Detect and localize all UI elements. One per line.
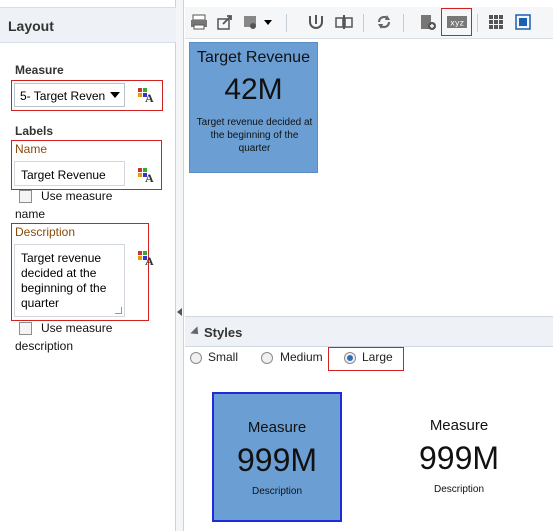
styles-title: Styles [204, 325, 243, 340]
use-measure-description-checkbox[interactable] [19, 322, 32, 335]
view-options-icon[interactable] [243, 13, 277, 33]
tile-value: 42M [224, 73, 283, 106]
preview-description: Description [251, 486, 303, 497]
name-field-label: Name [15, 142, 48, 156]
xyz-icon[interactable]: xyz [446, 13, 468, 33]
layout-panel-header: Layout [0, 7, 176, 43]
print-icon[interactable] [190, 13, 210, 33]
description-line: quarter [21, 296, 60, 310]
measure-select[interactable]: 5- Target Reven [14, 83, 125, 107]
description-field-label: Description [15, 225, 76, 239]
use-measure-description-label-1: Use measure [41, 321, 113, 335]
preview-title: Measure [247, 419, 307, 436]
xyz-text: xyz [450, 19, 464, 28]
toolbar-separator [477, 14, 478, 32]
style-radio-large[interactable] [344, 352, 356, 364]
style-radio-small[interactable] [190, 352, 202, 364]
formula-icon[interactable]: A [138, 88, 154, 105]
toolbar-separator [363, 14, 364, 32]
name-input[interactable]: Target Revenue [14, 161, 125, 186]
panel-splitter[interactable] [176, 0, 184, 531]
name-input-value: Target Revenue [21, 168, 106, 182]
collapse-triangle-icon[interactable] [190, 326, 202, 338]
measure-select-value: 5- Target Reven [20, 89, 106, 103]
performance-tile[interactable]: Target Revenue 42M Target revenue decide… [189, 42, 318, 173]
resize-grip-icon[interactable] [115, 307, 122, 314]
description-line: Target revenue [21, 251, 102, 265]
style-radio-medium[interactable] [261, 352, 273, 364]
layout-panel: Layout Measure 5- Target Reven A Labels … [0, 0, 176, 531]
preview-description: Description [433, 484, 485, 495]
style-preview-selected[interactable]: Measure 999M Description [212, 392, 342, 522]
style-preview[interactable]: Measure 999M Description [394, 392, 524, 522]
description-line: beginning of the [21, 281, 107, 295]
formula-icon[interactable]: A [138, 168, 154, 185]
layout-icon[interactable] [514, 13, 534, 33]
tile-description: Target revenue decided at the beginning … [196, 117, 313, 154]
connect-icon[interactable] [307, 13, 327, 33]
use-measure-description-label-2: description [15, 339, 74, 353]
properties-icon[interactable] [419, 13, 439, 33]
formula-icon[interactable]: A [138, 251, 154, 268]
labels-section-label: Labels [15, 124, 54, 138]
measure-label: Measure [15, 63, 64, 77]
use-measure-name-label-2: name [15, 207, 46, 221]
use-measure-name-label-1: Use measure [41, 189, 113, 203]
toolbar-separator [286, 14, 287, 32]
styles-section-header[interactable]: Styles [185, 316, 553, 347]
export-icon[interactable] [216, 13, 236, 33]
preview-value: 999M [418, 440, 500, 476]
preview-title: Measure [429, 417, 489, 434]
toolbar-separator [403, 14, 404, 32]
description-textarea[interactable]: Target revenue decided at the beginning … [14, 244, 125, 317]
chevron-down-icon [110, 92, 120, 98]
grid-icon[interactable] [487, 13, 507, 33]
style-label-small: Small [208, 350, 239, 364]
style-label-large: Large [362, 350, 393, 364]
description-line: decided at the [21, 266, 97, 280]
tile-title: Target Revenue [197, 49, 310, 66]
style-label-medium: Medium [280, 350, 323, 364]
refresh-icon[interactable] [375, 13, 395, 33]
toolbar: xyz [185, 7, 553, 39]
chart-type-icon[interactable] [335, 13, 355, 33]
use-measure-name-checkbox[interactable] [19, 190, 32, 203]
preview-value: 999M [236, 442, 318, 478]
layout-panel-title: Layout [8, 18, 54, 34]
collapse-left-icon[interactable] [177, 308, 182, 316]
